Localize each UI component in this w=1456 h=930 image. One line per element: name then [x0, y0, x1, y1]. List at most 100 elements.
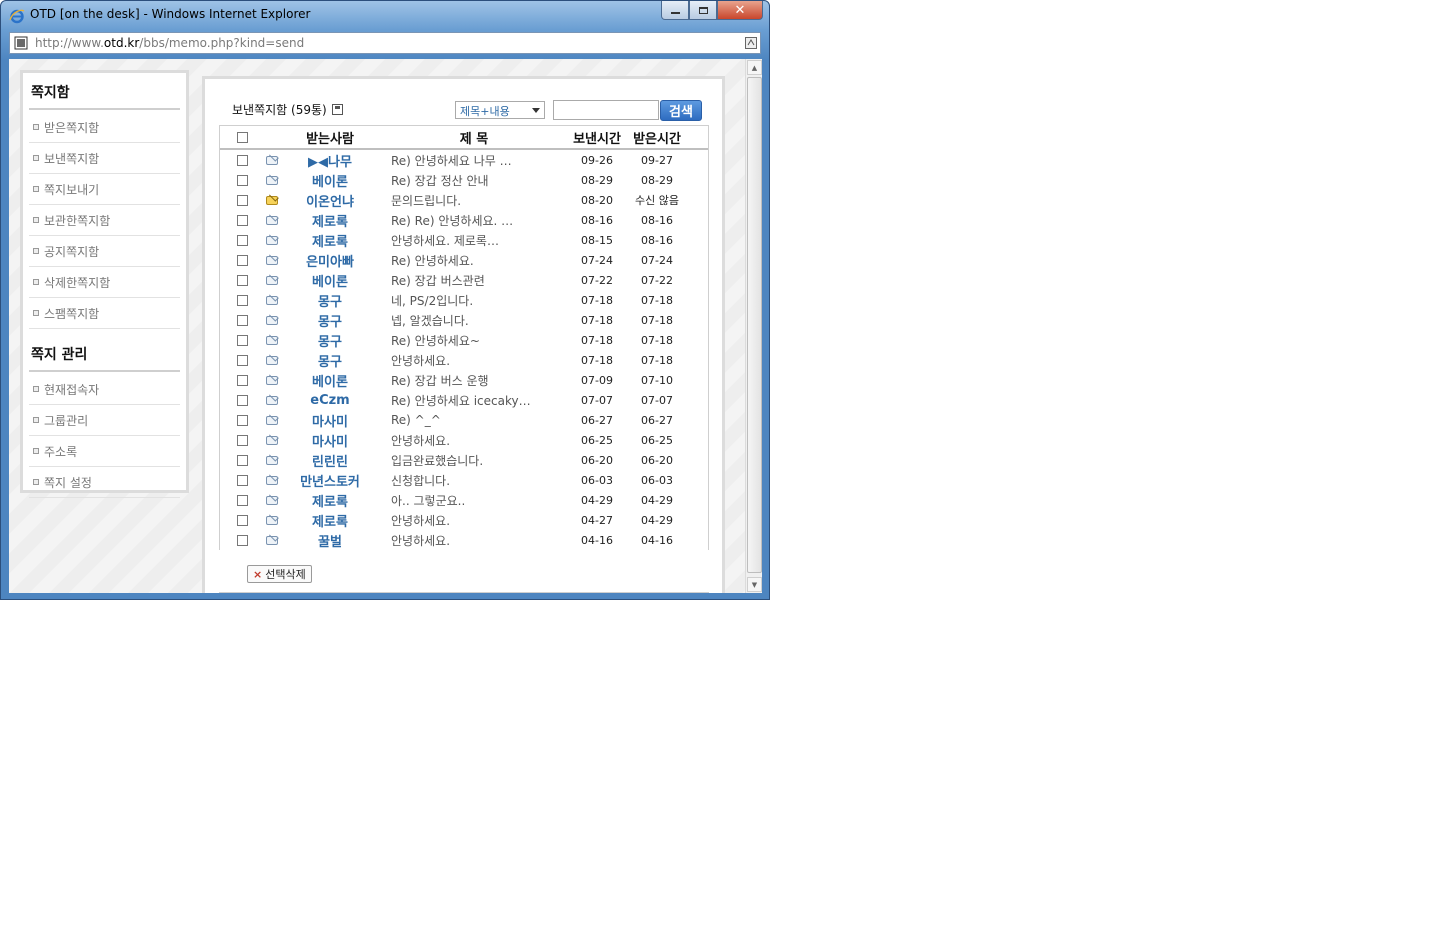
sidebar-item-spam[interactable]: 스팸쪽지함 — [29, 298, 180, 329]
search-input[interactable] — [553, 100, 659, 120]
recipient-link[interactable]: 은미아빠 — [306, 255, 354, 270]
recipient-link[interactable]: 제로록 — [312, 495, 348, 510]
sidebar-item-sent[interactable]: 보낸쪽지함 — [29, 143, 180, 174]
sidebar-item-deleted[interactable]: 삭제한쪽지함 — [29, 267, 180, 298]
recipient-link[interactable]: 몽구 — [318, 355, 342, 370]
table-row[interactable]: 몽구 안녕하세요. 07-18 07-18 — [220, 350, 708, 370]
row-checkbox[interactable] — [236, 274, 248, 286]
recipient-link[interactable]: 만년스토커 — [300, 475, 360, 490]
recipient-link[interactable]: 제로록 — [312, 215, 348, 230]
table-row[interactable]: 린린린 입금완료했습니다. 06-20 06-20 — [220, 450, 708, 470]
table-row[interactable]: 몽구 Re) 안녕하세요~ 07-18 07-18 — [220, 330, 708, 350]
sidebar-item-online-users[interactable]: 현재접속자 — [29, 374, 180, 405]
table-row[interactable]: 마사미 Re) ^_^ 06-27 06-27 — [220, 410, 708, 430]
table-row[interactable]: 꿀벌 안녕하세요. 04-16 04-16 — [220, 530, 708, 550]
row-checkbox[interactable] — [236, 234, 248, 246]
subject-link[interactable]: Re) 안녕하세요 나무 … — [391, 154, 512, 168]
recipient-link[interactable]: ▶◀나무 — [308, 155, 352, 170]
row-checkbox[interactable] — [236, 354, 248, 366]
subject-link[interactable]: Re) 안녕하세요. — [391, 254, 474, 268]
recipient-link[interactable]: eCzm — [310, 393, 349, 408]
row-checkbox[interactable] — [236, 214, 248, 226]
table-row[interactable]: 베이론 Re) 장갑 정산 안내 08-29 08-29 — [220, 170, 708, 190]
recipient-link[interactable]: 제로록 — [312, 235, 348, 250]
recipient-link[interactable]: 베이론 — [312, 175, 348, 190]
sidebar-item-settings[interactable]: 쪽지 설정 — [29, 467, 180, 498]
row-checkbox[interactable] — [236, 194, 248, 206]
row-checkbox[interactable] — [236, 414, 248, 426]
address-bar[interactable]: http://www.otd.kr/bbs/memo.php?kind=send — [9, 32, 761, 54]
select-all-checkbox[interactable] — [236, 131, 248, 143]
compatibility-view-icon[interactable] — [745, 37, 757, 49]
subject-link[interactable]: 신청합니다. — [391, 474, 450, 488]
table-row[interactable]: 몽구 넵, 알겠습니다. 07-18 07-18 — [220, 310, 708, 330]
row-checkbox[interactable] — [236, 534, 248, 546]
recipient-link[interactable]: 린린린 — [312, 455, 348, 470]
recipient-link[interactable]: 이온언냐 — [306, 195, 354, 210]
recipient-link[interactable]: 몽구 — [318, 335, 342, 350]
scroll-thumb[interactable] — [747, 77, 762, 573]
recipient-link[interactable]: 몽구 — [318, 315, 342, 330]
table-row[interactable]: 만년스토커 신청합니다. 06-03 06-03 — [220, 470, 708, 490]
recipient-link[interactable]: 마사미 — [312, 435, 348, 450]
row-checkbox[interactable] — [236, 494, 248, 506]
table-row[interactable]: ▶◀나무 Re) 안녕하세요 나무 … 09-26 09-27 — [220, 150, 708, 170]
subject-link[interactable]: 안녕하세요. — [391, 514, 450, 528]
delete-selected-button[interactable]: × 선택삭제 — [247, 565, 312, 583]
table-row[interactable]: 제로록 Re) Re) 안녕하세요. … 08-16 08-16 — [220, 210, 708, 230]
subject-link[interactable]: 안녕하세요. — [391, 434, 450, 448]
table-row[interactable]: 베이론 Re) 장갑 버스관련 07-22 07-22 — [220, 270, 708, 290]
row-checkbox[interactable] — [236, 474, 248, 486]
subject-link[interactable]: Re) 안녕하세요 icecaky… — [391, 394, 531, 408]
subject-link[interactable]: Re) Re) 안녕하세요. … — [391, 214, 513, 228]
recipient-link[interactable]: 꿀벌 — [318, 535, 342, 550]
table-row[interactable]: eCzm Re) 안녕하세요 icecaky… 07-07 07-07 — [220, 390, 708, 410]
scroll-down-arrow[interactable]: ▼ — [747, 577, 762, 592]
row-checkbox[interactable] — [236, 434, 248, 446]
title-bar[interactable]: OTD [on the desk] - Windows Internet Exp… — [1, 1, 769, 31]
subject-link[interactable]: Re) 장갑 버스 운행 — [391, 374, 489, 388]
row-checkbox[interactable] — [236, 514, 248, 526]
row-checkbox[interactable] — [236, 154, 248, 166]
table-row[interactable]: 마사미 안녕하세요. 06-25 06-25 — [220, 430, 708, 450]
subject-link[interactable]: Re) 안녕하세요~ — [391, 334, 480, 348]
subject-link[interactable]: 안녕하세요. — [391, 534, 450, 548]
minimize-button[interactable] — [661, 1, 689, 20]
table-row[interactable]: 제로록 아.. 그렇군요.. 04-29 04-29 — [220, 490, 708, 510]
subject-link[interactable]: Re) 장갑 정산 안내 — [391, 174, 489, 188]
vertical-scrollbar[interactable]: ▲ ▼ — [745, 59, 762, 593]
save-icon[interactable] — [331, 104, 343, 115]
sidebar-item-archived[interactable]: 보관한쪽지함 — [29, 205, 180, 236]
recipient-link[interactable]: 베이론 — [312, 275, 348, 290]
table-row[interactable]: 제로록 안녕하세요. 제로록… 08-15 08-16 — [220, 230, 708, 250]
table-row[interactable]: 은미아빠 Re) 안녕하세요. 07-24 07-24 — [220, 250, 708, 270]
maximize-button[interactable] — [689, 1, 717, 20]
sidebar-item-groups[interactable]: 그룹관리 — [29, 405, 180, 436]
search-scope-select[interactable]: 제목+내용 — [455, 101, 545, 119]
subject-link[interactable]: 네, PS/2입니다. — [391, 294, 473, 308]
table-row[interactable]: 제로록 안녕하세요. 04-27 04-29 — [220, 510, 708, 530]
subject-link[interactable]: 입금완료했습니다. — [391, 454, 483, 468]
row-checkbox[interactable] — [236, 334, 248, 346]
scroll-up-arrow[interactable]: ▲ — [747, 60, 762, 75]
subject-link[interactable]: Re) ^_^ — [391, 413, 441, 427]
subject-link[interactable]: 아.. 그렇군요.. — [391, 494, 465, 508]
sidebar-item-notice[interactable]: 공지쪽지함 — [29, 236, 180, 267]
sidebar-item-compose[interactable]: 쪽지보내기 — [29, 174, 180, 205]
subject-link[interactable]: 넵, 알겠습니다. — [391, 314, 469, 328]
subject-link[interactable]: 안녕하세요. — [391, 354, 450, 368]
recipient-link[interactable]: 몽구 — [318, 295, 342, 310]
subject-link[interactable]: 문의드립니다. — [391, 194, 461, 208]
subject-link[interactable]: Re) 장갑 버스관련 — [391, 274, 485, 288]
row-checkbox[interactable] — [236, 394, 248, 406]
row-checkbox[interactable] — [236, 314, 248, 326]
close-button[interactable]: ✕ — [717, 1, 763, 20]
table-row[interactable]: 몽구 네, PS/2입니다. 07-18 07-18 — [220, 290, 708, 310]
table-row[interactable]: 베이론 Re) 장갑 버스 운행 07-09 07-10 — [220, 370, 708, 390]
sidebar-item-inbox[interactable]: 받은쪽지함 — [29, 112, 180, 143]
row-checkbox[interactable] — [236, 374, 248, 386]
row-checkbox[interactable] — [236, 254, 248, 266]
row-checkbox[interactable] — [236, 454, 248, 466]
recipient-link[interactable]: 베이론 — [312, 375, 348, 390]
table-row[interactable]: 이온언냐 문의드립니다. 08-20 수신 않음 — [220, 190, 708, 210]
